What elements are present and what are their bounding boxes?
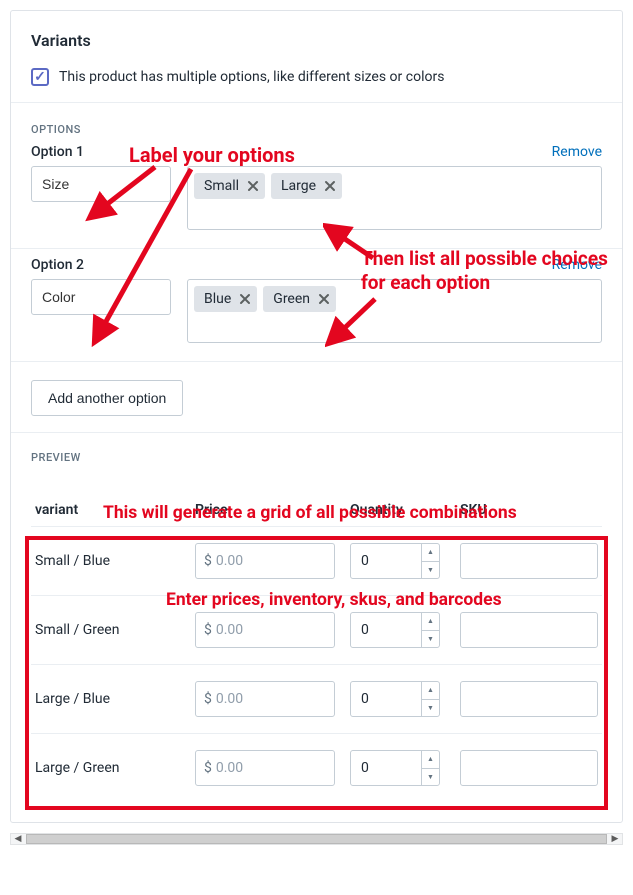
chevron-down-icon[interactable]: ▼ [422,769,439,786]
price-value: 0.00 [216,622,243,638]
table-row: Small / Green$0.000▲▼ [31,596,602,665]
chevron-down-icon[interactable]: ▼ [422,700,439,717]
remove-option-link[interactable]: Remove [552,144,602,160]
option-header-label: Option 2 [31,257,84,273]
tag-label: Large [281,178,316,194]
table-row: Large / Blue$0.000▲▼ [31,665,602,734]
sku-input[interactable] [460,543,598,579]
option-values-input[interactable]: Small Large [187,166,602,230]
price-input[interactable]: $0.00 [195,612,335,648]
quantity-value: 0 [351,613,421,647]
price-value: 0.00 [216,553,243,569]
price-input[interactable]: $0.00 [195,750,335,786]
options-section: OPTIONS Option 1 Remove Small Large Option 2… [11,102,622,432]
option-name-input[interactable] [31,279,171,315]
quantity-input[interactable]: 0▲▼ [350,750,440,786]
currency-prefix: $ [204,622,212,638]
chevron-down-icon[interactable]: ▼ [422,631,439,648]
chevron-up-icon[interactable]: ▲ [422,613,439,631]
option-header-label: Option 1 [31,144,84,160]
table-row: Small / Blue$0.000▲▼ [31,527,602,596]
currency-prefix: $ [204,553,212,569]
preview-section: PREVIEW variant Price Quantity SKU Small… [11,432,622,822]
option-value-tag: Small [194,173,265,199]
add-option-button[interactable]: Add another option [31,380,183,416]
variants-card: Label your options Then list all possibl… [10,10,623,823]
horizontal-scrollbar[interactable]: ◀ ▶ [10,833,623,845]
quantity-value: 0 [351,751,421,785]
close-icon[interactable] [318,293,330,305]
sku-input[interactable] [460,681,598,717]
preview-table: variant Price Quantity SKU Small / Blue$… [31,494,602,802]
column-quantity: Quantity [346,494,456,527]
options-heading: OPTIONS [31,123,602,136]
chevron-up-icon[interactable]: ▲ [422,751,439,769]
close-icon[interactable] [247,180,259,192]
option-block: Option 1 Remove Small Large [31,144,602,230]
variant-name-cell: Small / Green [31,596,191,665]
variant-name-cell: Large / Green [31,734,191,803]
price-value: 0.00 [216,691,243,707]
column-variant: variant [31,494,191,527]
preview-heading: PREVIEW [31,451,602,464]
option-value-tag: Blue [194,286,257,312]
column-sku: SKU [456,494,602,527]
tag-label: Small [204,178,239,194]
quantity-value: 0 [351,682,421,716]
chevron-up-icon[interactable]: ▲ [422,682,439,700]
table-row: Large / Green$0.000▲▼ [31,734,602,803]
variants-header-section: Variants ✓ This product has multiple opt… [11,11,622,102]
close-icon[interactable] [239,293,251,305]
scroll-left-icon[interactable]: ◀ [11,834,25,844]
remove-option-link[interactable]: Remove [552,257,602,273]
quantity-input[interactable]: 0▲▼ [350,681,440,717]
quantity-input[interactable]: 0▲▼ [350,612,440,648]
price-input[interactable]: $0.00 [195,681,335,717]
sku-input[interactable] [460,750,598,786]
tag-label: Blue [204,291,231,307]
price-value: 0.00 [216,760,243,776]
currency-prefix: $ [204,760,212,776]
column-price: Price [191,494,346,527]
variant-name-cell: Small / Blue [31,527,191,596]
scroll-right-icon[interactable]: ▶ [608,834,622,844]
option-block: Option 2 Remove Blue Green [31,257,602,343]
chevron-up-icon[interactable]: ▲ [422,544,439,562]
variants-title: Variants [31,31,602,50]
close-icon[interactable] [324,180,336,192]
currency-prefix: $ [204,691,212,707]
tag-label: Green [273,291,310,307]
option-values-input[interactable]: Blue Green [187,279,602,343]
multiple-options-checkbox[interactable]: ✓ [31,68,49,86]
option-name-input[interactable] [31,166,171,202]
quantity-input[interactable]: 0▲▼ [350,543,440,579]
multiple-options-label: This product has multiple options, like … [59,69,444,85]
sku-input[interactable] [460,612,598,648]
variant-name-cell: Large / Blue [31,665,191,734]
option-value-tag: Green [263,286,336,312]
option-value-tag: Large [271,173,342,199]
quantity-value: 0 [351,544,421,578]
price-input[interactable]: $0.00 [195,543,335,579]
chevron-down-icon[interactable]: ▼ [422,562,439,579]
